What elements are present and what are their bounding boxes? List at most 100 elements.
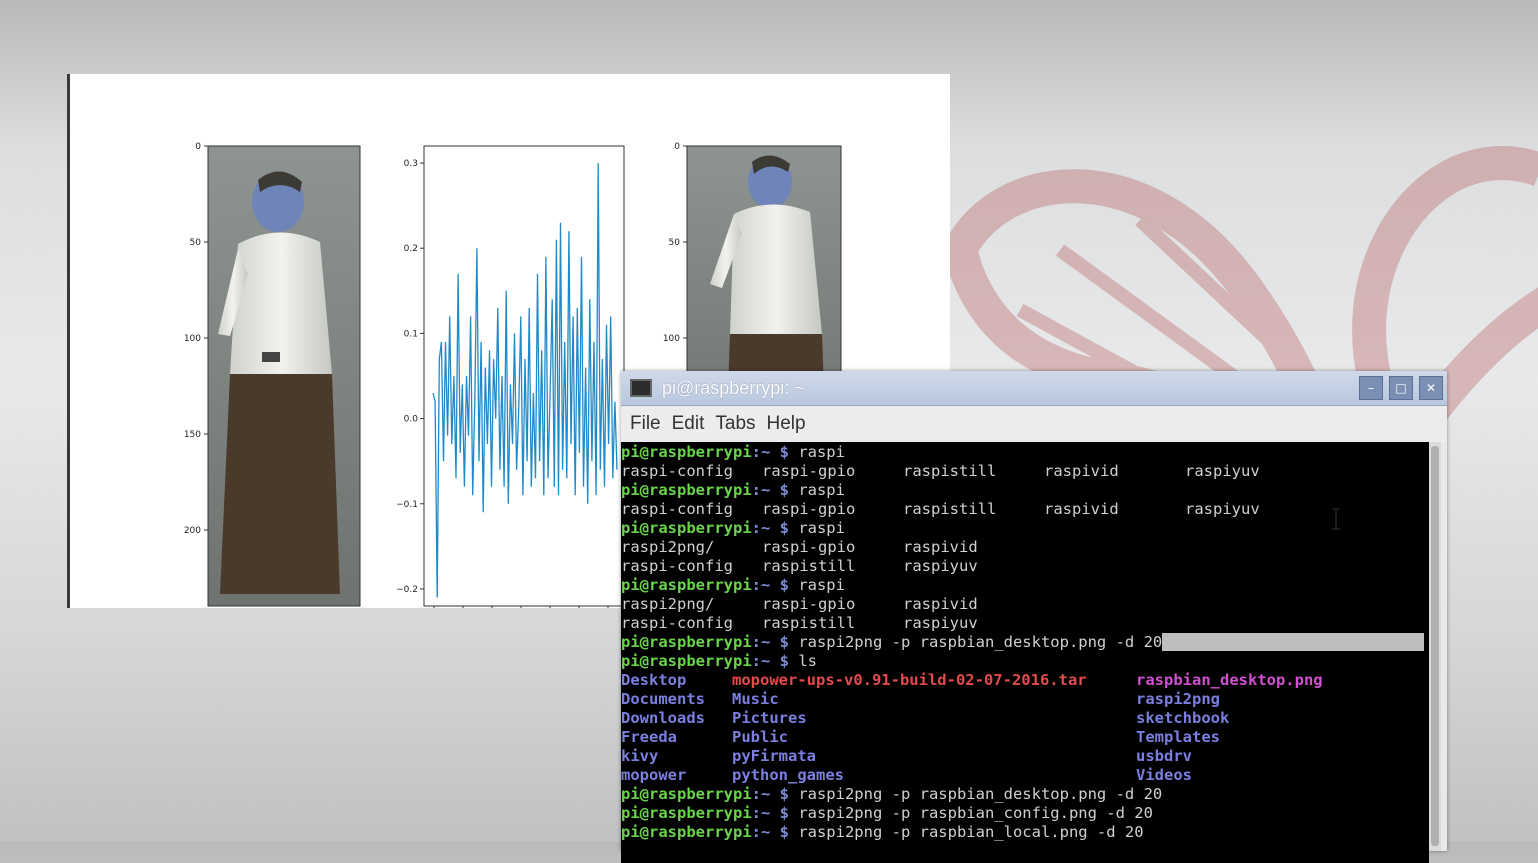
line-plot — [423, 145, 625, 608]
completion-item: raspistill — [903, 462, 997, 480]
terminal-output[interactable]: pi@raspberrypi:~ $ raspi raspi-config rasp… — [621, 442, 1429, 863]
ls-entry: Documents — [621, 690, 705, 708]
completion-output-line: raspi-config raspi-gpio raspistill raspivid… — [621, 500, 1429, 519]
terminal-command-line: pi@raspberrypi:~ $ raspi — [621, 519, 1429, 538]
prompt-user: pi@raspberrypi — [621, 804, 752, 822]
line-plot-y-tick-label: 0.0 — [404, 415, 419, 425]
terminal-command-line: pi@raspberrypi:~ $ raspi — [621, 443, 1429, 462]
menu-help[interactable]: Help — [767, 413, 806, 435]
ls-entry: raspi2png — [1136, 690, 1220, 708]
command-text: raspi2png -p raspbian_config.png -d 20 — [788, 804, 1153, 822]
command-text: raspi2png -p raspbian_desktop.png -d 20 — [788, 785, 1163, 803]
terminal-command-line: pi@raspberrypi:~ $ raspi2png -p raspbian… — [621, 633, 1429, 652]
completion-item: raspivid — [1044, 500, 1119, 518]
ls-output-row: Freeda Public Templates — [621, 728, 1429, 747]
completion-item: raspi-gpio — [762, 595, 856, 613]
prompt-path: :~ $ — [751, 443, 789, 461]
prompt-user: pi@raspberrypi — [621, 519, 752, 537]
ls-entry: Freeda — [621, 728, 677, 746]
terminal-titlebar[interactable]: pi@raspberrypi: ~ – □ ✕ — [621, 371, 1447, 406]
completion-item: raspivid — [903, 595, 978, 613]
text-cursor-icon — [1332, 508, 1340, 530]
scrollbar-thumb[interactable] — [1431, 446, 1439, 846]
menu-tabs[interactable]: Tabs — [715, 413, 755, 435]
ls-output-row: mopower python_games Videos — [621, 766, 1429, 785]
prompt-path: :~ $ — [751, 804, 789, 822]
maximize-button[interactable]: □ — [1389, 376, 1413, 400]
command-text: ls — [788, 652, 817, 670]
prompt-user: pi@raspberrypi — [621, 823, 752, 841]
left-image-y-tick-label: 50 — [190, 238, 202, 248]
command-text: raspi — [788, 519, 845, 537]
menu-file[interactable]: File — [630, 413, 661, 435]
terminal-command-line: pi@raspberrypi:~ $ ls — [621, 652, 1429, 671]
completion-output-line: raspi-config raspistill raspiyuv — [621, 614, 1429, 633]
command-text: raspi — [788, 576, 845, 594]
ls-output-row: kivy pyFirmata usbdrv — [621, 747, 1429, 766]
completion-item: raspi-gpio — [762, 462, 856, 480]
completion-item: raspi-config — [621, 462, 733, 480]
close-button[interactable]: ✕ — [1419, 376, 1443, 400]
prompt-path: :~ $ — [751, 481, 789, 499]
ls-entry: Desktop — [621, 671, 687, 689]
line-plot-y-tick-label: −0.2 — [396, 585, 418, 595]
prompt-user: pi@raspberrypi — [621, 785, 752, 803]
completion-output-line: raspi-config raspi-gpio raspistill raspivid… — [621, 462, 1429, 481]
ls-entry: usbdrv — [1136, 747, 1192, 765]
ls-entry: Music — [732, 690, 779, 708]
terminal-window[interactable]: pi@raspberrypi: ~ – □ ✕ File Edit Tabs H… — [621, 371, 1447, 863]
prompt-path: :~ $ — [751, 576, 789, 594]
ls-entry: sketchbook — [1136, 709, 1230, 727]
ls-entry: python_games — [732, 766, 844, 784]
ls-entry: Downloads — [621, 709, 705, 727]
left-image-y-tick-label: 0 — [195, 142, 201, 152]
minimize-button[interactable]: – — [1359, 376, 1383, 400]
terminal-command-line: pi@raspberrypi:~ $ raspi2png -p raspbian… — [621, 804, 1429, 823]
left-image-y-tick-label: 200 — [184, 526, 201, 536]
menu-bar: File Edit Tabs Help — [621, 406, 1447, 442]
prompt-path: :~ $ — [751, 652, 789, 670]
completion-item: raspiyuv — [1185, 500, 1260, 518]
ls-entry: raspbian_desktop.png — [1136, 671, 1323, 689]
completion-item: raspi2png/ — [621, 595, 715, 613]
prompt-path: :~ $ — [751, 519, 789, 537]
prompt-user: pi@raspberrypi — [621, 652, 752, 670]
left-image-y-tick-label: 150 — [184, 430, 201, 440]
completion-item: raspivid — [1044, 462, 1119, 480]
completion-item: raspiyuv — [1185, 462, 1260, 480]
completion-item: raspi-config — [621, 557, 733, 575]
completion-item: raspi-gpio — [762, 538, 856, 556]
completion-item: raspiyuv — [903, 557, 978, 575]
prompt-path: :~ $ — [751, 785, 789, 803]
completion-item: raspistill — [762, 557, 856, 575]
prompt-user: pi@raspberrypi — [621, 633, 752, 651]
prompt-user: pi@raspberrypi — [621, 481, 752, 499]
line-plot-y-tick-label: 0.1 — [404, 329, 418, 339]
command-text: raspi — [788, 443, 845, 461]
text-selection-highlight — [1162, 633, 1424, 651]
command-text: raspi2png -p raspbian_desktop.png -d 20 — [788, 633, 1163, 651]
ls-entry: mopower-ups-v0.91-build-02-07-2016.tar — [732, 671, 1087, 689]
completion-item: raspi-config — [621, 614, 733, 632]
terminal-command-line: pi@raspberrypi:~ $ raspi — [621, 481, 1429, 500]
prompt-user: pi@raspberrypi — [621, 576, 752, 594]
right-image-y-tick-label: 0 — [674, 142, 680, 152]
completion-output-line: raspi-config raspistill raspiyuv — [621, 557, 1429, 576]
completion-item: raspiyuv — [903, 614, 978, 632]
ls-output-row: Desktop mopower-ups-v0.91-build-02-07-201… — [621, 671, 1429, 690]
vertical-scrollbar[interactable] — [1429, 442, 1441, 851]
right-image-y-tick-label: 100 — [663, 334, 680, 344]
completion-output-line: raspi2png/raspi-gpio raspivid — [621, 595, 1429, 614]
line-plot-y-tick-label: 0.2 — [404, 244, 418, 254]
completion-output-line: raspi2png/raspi-gpio raspivid — [621, 538, 1429, 557]
menu-edit[interactable]: Edit — [672, 413, 705, 435]
prompt-path: :~ $ — [751, 823, 789, 841]
right-image-y-tick-label: 50 — [669, 238, 681, 248]
terminal-command-line: pi@raspberrypi:~ $ raspi — [621, 576, 1429, 595]
ls-output-row: Downloads Pictures sketchbook — [621, 709, 1429, 728]
window-title: pi@raspberrypi: ~ — [662, 377, 805, 398]
completion-item: raspi-config — [621, 500, 733, 518]
completion-item: raspi-gpio — [762, 500, 856, 518]
completion-item: raspi2png/ — [621, 538, 715, 556]
ls-entry: kivy — [621, 747, 659, 765]
